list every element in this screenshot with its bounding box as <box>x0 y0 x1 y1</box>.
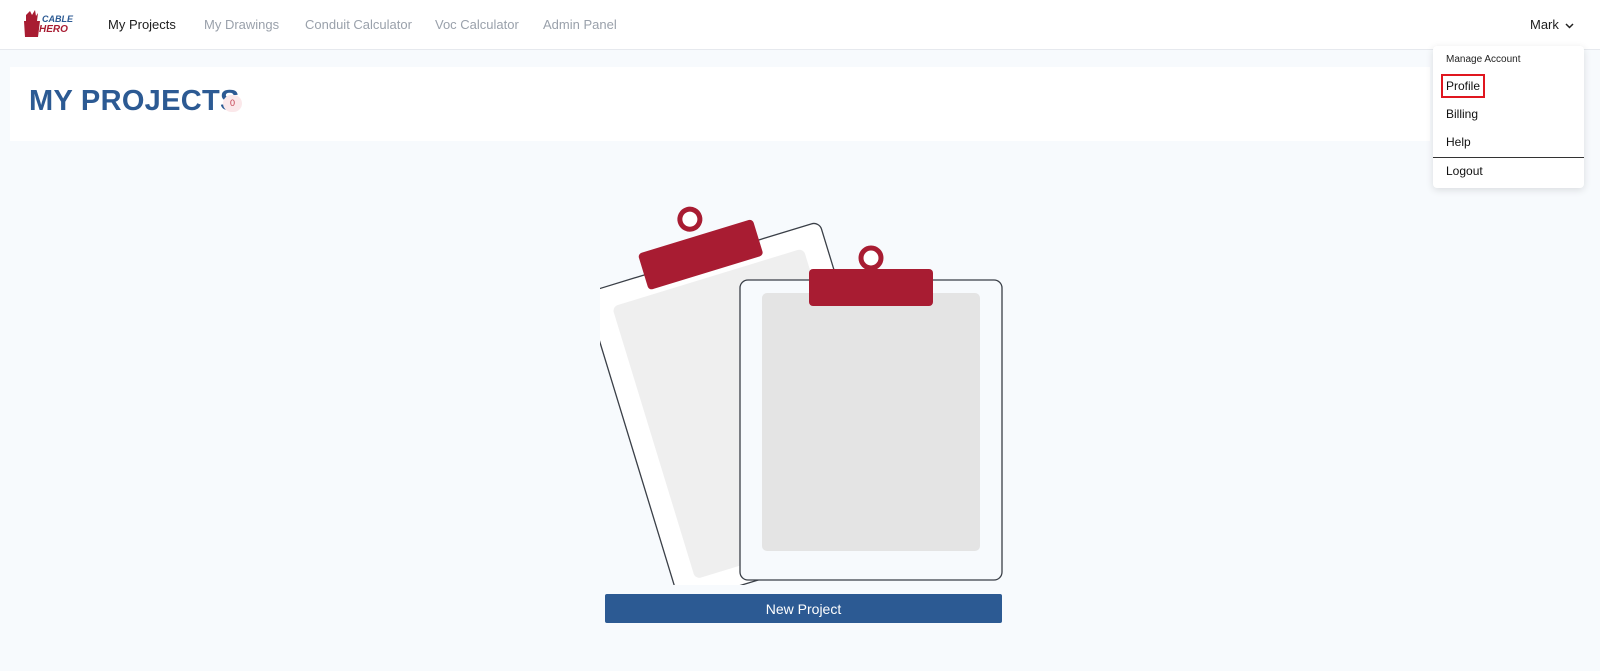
nav-voc-calculator[interactable]: Voc Calculator <box>435 17 519 32</box>
chevron-down-icon <box>1565 21 1574 32</box>
clipboards-illustration <box>600 206 1003 585</box>
menu-item-billing[interactable]: Billing <box>1446 107 1478 121</box>
account-dropdown: Manage Account Profile Billing Help Logo… <box>1433 46 1584 188</box>
svg-text:HERO: HERO <box>39 24 68 35</box>
nav-conduit-calculator[interactable]: Conduit Calculator <box>305 17 412 32</box>
menu-item-logout[interactable]: Logout <box>1446 164 1483 178</box>
new-project-button[interactable]: New Project <box>605 594 1002 623</box>
user-name: Mark <box>1530 17 1559 32</box>
user-menu-toggle[interactable]: Mark <box>1530 17 1574 32</box>
nav-my-drawings[interactable]: My Drawings <box>204 17 279 32</box>
nav-admin-panel[interactable]: Admin Panel <box>543 17 617 32</box>
cable-hero-logo[interactable]: CABLE HERO <box>22 9 74 37</box>
page-title: MY PROJECTS <box>29 85 240 117</box>
svg-text:CABLE: CABLE <box>42 14 74 24</box>
project-count-badge: 0 <box>223 95 242 112</box>
menu-item-profile[interactable]: Profile <box>1440 74 1486 98</box>
menu-divider <box>1433 157 1584 158</box>
manage-account-header: Manage Account <box>1446 54 1521 65</box>
menu-item-help[interactable]: Help <box>1446 135 1471 149</box>
top-navigation-bar: CABLE HERO My Projects My Drawings Condu… <box>0 0 1600 50</box>
front-clipboard <box>739 245 1003 581</box>
nav-my-projects[interactable]: My Projects <box>108 17 176 32</box>
